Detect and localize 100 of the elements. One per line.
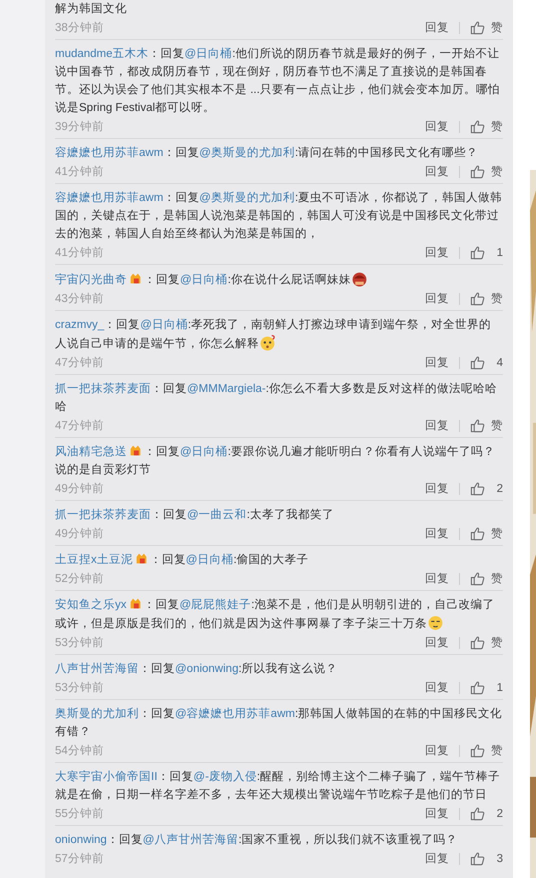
user-link[interactable]: 八声甘州苦海留 bbox=[55, 663, 139, 675]
mention-link[interactable]: @onionwing bbox=[175, 663, 238, 675]
like-count[interactable]: 2 bbox=[491, 482, 503, 494]
thumbs-up-icon[interactable] bbox=[470, 164, 485, 179]
like-count[interactable]: 赞 bbox=[491, 571, 503, 586]
comment-time: 38分钟前 bbox=[55, 20, 104, 35]
thumbs-up-icon[interactable] bbox=[470, 680, 485, 695]
reply-link[interactable]: 回复 bbox=[425, 526, 449, 541]
reply-link[interactable]: 回复 bbox=[425, 851, 449, 866]
comment-text: 容嬷嬷也用苏菲awm：回复@奥斯曼的尤加利:请问在韩的中国移民文化有哪些？ bbox=[55, 145, 480, 161]
user-link[interactable]: onionwing bbox=[55, 834, 107, 846]
like-count[interactable]: 4 bbox=[491, 356, 503, 368]
thumbs-up-icon[interactable] bbox=[470, 851, 485, 866]
comment-time: 49分钟前 bbox=[55, 526, 104, 541]
like-count[interactable]: 2 bbox=[491, 808, 503, 820]
like-count[interactable]: 赞 bbox=[491, 164, 503, 179]
comment-time: 52分钟前 bbox=[55, 572, 104, 586]
reply-link[interactable]: 回复 bbox=[425, 20, 449, 35]
user-link[interactable]: 风油精宅急送 bbox=[55, 446, 127, 458]
mention-link[interactable]: @一曲云和 bbox=[187, 509, 247, 521]
comment-text: 八声甘州苦海留：回复@onionwing:所以我有这么说？ bbox=[55, 661, 339, 677]
mention-link[interactable]: @奥斯曼的尤加利 bbox=[199, 147, 295, 159]
user-link[interactable]: 抓一把抹茶荞麦面 bbox=[55, 383, 151, 395]
user-link[interactable]: 抓一把抹茶荞麦面 bbox=[55, 509, 151, 521]
thumbs-up-icon[interactable] bbox=[470, 355, 485, 370]
comment-time: 53分钟前 bbox=[55, 680, 104, 695]
mention-link[interactable]: @MMMargiela- bbox=[187, 383, 266, 395]
mention-link[interactable]: @日向桶 bbox=[180, 274, 228, 286]
reply-link[interactable]: 回复 bbox=[425, 245, 449, 260]
comment-time: 57分钟前 bbox=[55, 852, 104, 866]
comment-text: onionwing：回复@八声甘州苦海留:国家不重视，所以我们就不该重视了吗？ bbox=[55, 832, 459, 848]
like-count[interactable]: 赞 bbox=[491, 418, 503, 433]
reply-link[interactable]: 回复 bbox=[425, 291, 449, 306]
comment-text: 奥斯曼的尤加利：回复@容嬷嬷也用苏菲awm:那韩国人做韩国的在韩的中国移民文化有错？ bbox=[55, 706, 503, 740]
reply-link[interactable]: 回复 bbox=[425, 680, 449, 695]
thumbs-up-icon[interactable] bbox=[470, 418, 485, 433]
reply-link[interactable]: 回复 bbox=[425, 355, 449, 370]
mention-link[interactable]: @容嬷嬷也用苏菲awm bbox=[175, 708, 295, 720]
comment-time: 43分钟前 bbox=[55, 292, 104, 306]
reply-link[interactable]: 回复 bbox=[425, 743, 449, 758]
reply-link[interactable]: 回复 bbox=[425, 418, 449, 433]
mention-link[interactable]: @奥斯曼的尤加利 bbox=[199, 192, 295, 204]
thumbs-up-icon[interactable] bbox=[470, 526, 485, 541]
comment-time: 39分钟前 bbox=[55, 120, 104, 134]
like-count[interactable]: 赞 bbox=[491, 119, 503, 134]
emoji-icon bbox=[427, 614, 444, 631]
thumbs-up-icon[interactable] bbox=[470, 291, 485, 306]
user-link[interactable]: crazmvy_ bbox=[55, 319, 104, 331]
like-count[interactable]: 1 bbox=[491, 682, 503, 694]
like-count[interactable]: 3 bbox=[491, 852, 503, 864]
comment-text: 抓一把抹茶荞麦面：回复@一曲云和:太孝了我都笑了 bbox=[55, 508, 335, 523]
thumbs-up-icon[interactable] bbox=[470, 119, 485, 134]
like-count[interactable]: 1 bbox=[491, 246, 503, 258]
like-count[interactable]: 赞 bbox=[491, 635, 503, 650]
like-count[interactable]: 赞 bbox=[491, 526, 503, 541]
reply-link[interactable]: 回复 bbox=[425, 635, 449, 650]
mention-link[interactable]: @日向桶 bbox=[180, 446, 228, 458]
user-link[interactable]: 宇宙闪光曲奇 bbox=[55, 274, 127, 286]
user-link[interactable]: 土豆捏x土豆泥 bbox=[55, 554, 133, 566]
thumbs-up-icon[interactable] bbox=[470, 635, 485, 650]
reply-link[interactable]: 回复 bbox=[425, 571, 449, 586]
comment-text: 风油精宅急送 ：回复@日向桶:要跟你说几遍才能听明白？你看有人说端午了吗？说的是自贡彩灯节 bbox=[55, 443, 496, 478]
like-count[interactable]: 赞 bbox=[491, 20, 503, 35]
thumbs-up-icon[interactable] bbox=[470, 245, 485, 260]
reply-link[interactable]: 回复 bbox=[425, 806, 449, 821]
comment-text: 大寒宇宙小偷帝国II：回复@-废物入侵:醒醒，别给博主这个二棒子骗了，端午节棒子就是在偷，日期一样名字差不多，去年还大规模出警说端午节吃粽子是他们的节日 bbox=[55, 769, 502, 803]
comment-time: 53分钟前 bbox=[55, 636, 104, 650]
comment-time: 47分钟前 bbox=[55, 418, 104, 433]
user-link[interactable]: mudandme五木木 bbox=[55, 48, 149, 60]
thumbs-up-icon[interactable] bbox=[470, 20, 485, 35]
thumbs-up-icon[interactable] bbox=[470, 743, 485, 758]
comment-time: 41分钟前 bbox=[55, 164, 104, 179]
user-link[interactable]: 容嬷嬷也用苏菲awm bbox=[55, 147, 164, 159]
thumbs-up-icon[interactable] bbox=[470, 481, 485, 496]
thumbs-up-icon[interactable] bbox=[470, 571, 485, 586]
emoji-icon bbox=[259, 334, 276, 351]
reply-link[interactable]: 回复 bbox=[425, 164, 449, 179]
like-count[interactable]: 赞 bbox=[491, 743, 503, 758]
reply-link[interactable]: 回复 bbox=[425, 119, 449, 134]
mention-link[interactable]: @日向桶 bbox=[186, 554, 234, 566]
user-link[interactable]: 奥斯曼的尤加利 bbox=[55, 708, 139, 720]
like-count[interactable]: 赞 bbox=[491, 291, 503, 306]
thumbs-up-icon[interactable] bbox=[470, 806, 485, 821]
mention-link[interactable]: @-废物入侵 bbox=[193, 771, 257, 783]
comment-time: 55分钟前 bbox=[55, 806, 104, 821]
comment-time: 49分钟前 bbox=[55, 482, 104, 496]
user-link[interactable]: 大寒宇宙小偷帝国II bbox=[55, 771, 158, 783]
mention-link[interactable]: @日向桶 bbox=[140, 319, 188, 331]
comment-time: 41分钟前 bbox=[55, 246, 104, 260]
mention-link[interactable]: @屁屁熊娃子 bbox=[180, 599, 252, 611]
comment-text: 安知鱼之乐yx ：回复@屁屁熊娃子:泡菜不是，他们是从明朝引进的，自己改编了或许，但是原版是我们的，他们就是因为这件事网暴了李子柒三十万条 bbox=[55, 596, 496, 633]
mention-link[interactable]: @八声甘州苦海留 bbox=[142, 834, 238, 846]
user-link[interactable]: 安知鱼之乐yx bbox=[55, 599, 126, 611]
comment-text: 容嬷嬷也用苏菲awm：回复@奥斯曼的尤加利:夏虫不可语冰，你都说了，韩国人做韩国的，关键点在于，是韩国人说泡菜是韩国的，韩国人可没有说是中国移民文化带过去的泡菜，韩国人自始至终都认为泡菜是韩国的， bbox=[55, 190, 503, 242]
mention-link[interactable]: @日向桶 bbox=[184, 48, 232, 60]
comment-text: 解为韩国文化 bbox=[55, 2, 128, 17]
user-link[interactable]: 容嬷嬷也用苏菲awm bbox=[55, 192, 164, 204]
reply-link[interactable]: 回复 bbox=[425, 481, 449, 496]
comment-text: 土豆捏x土豆泥 ：回复@日向桶:偷国的大孝子 bbox=[55, 551, 310, 568]
comment-text: 抓一把抹茶荞麦面：回复@MMMargiela-:你怎么不看大多数是反对这样的做法呢哈哈哈 bbox=[55, 381, 498, 415]
